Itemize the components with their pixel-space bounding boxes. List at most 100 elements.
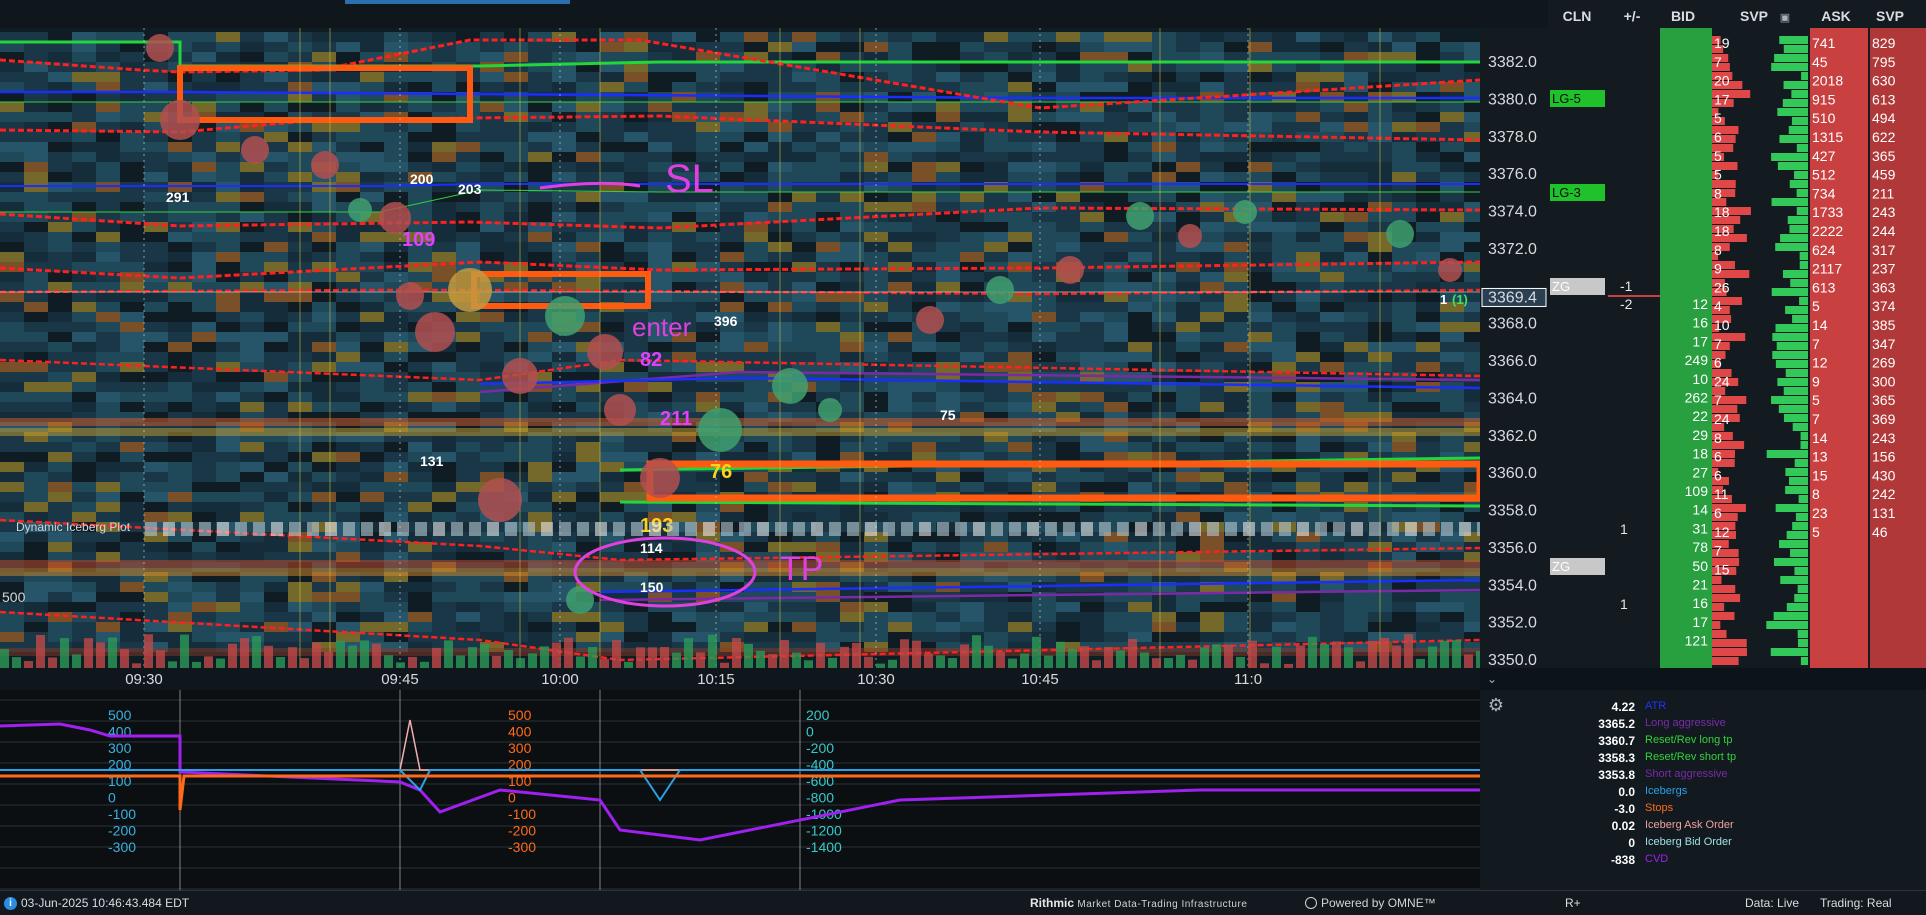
legend-name: Short aggressive [1645,768,1728,780]
legend-row: 4.22 ATR [1500,700,1920,717]
heat-cell [312,472,336,482]
heat-cell [600,322,624,332]
heat-cell [408,192,432,202]
heat-cell [576,162,600,172]
heat-cell [1296,622,1320,632]
heat-cell [552,42,576,52]
heat-cell [1032,312,1056,322]
heat-cell [792,352,816,362]
heat-cell [24,232,48,242]
heat-cell [360,252,384,262]
heat-cell [1104,112,1128,122]
heat-cell [1104,222,1128,232]
heat-cell [672,612,696,622]
r-plus-indicator[interactable]: R+ [1565,896,1581,910]
volume-bar [1236,656,1245,668]
heat-cell [1008,622,1032,632]
heat-cell [72,52,96,62]
svp-mid-bar [1789,225,1808,233]
bid-value: 18 [1692,446,1708,462]
svp-right-value: 363 [1872,279,1896,295]
heat-cell [48,192,72,202]
heat-band-3 [0,568,1480,576]
heat-cell [96,542,120,552]
heat-cell [336,472,360,482]
heat-cell [912,362,936,372]
heat-cell [984,112,1008,122]
heat-cell [624,162,648,172]
heat-cell [264,342,288,352]
volume-bar [204,656,213,668]
heat-cell [240,292,264,302]
heat-cell [576,122,600,132]
heat-cell [672,242,696,252]
heat-cell [816,222,840,232]
ask-value: 23 [1812,505,1828,521]
heat-cell [1416,142,1440,152]
heat-cell [1128,42,1152,52]
heat-cell [456,342,480,352]
heat-cell [1392,402,1416,412]
heat-cell [648,612,672,622]
heat-cell [552,82,576,92]
heat-cell [312,502,336,512]
heat-cell [1416,362,1440,372]
heat-cell [1392,352,1416,362]
heat-cell [96,382,120,392]
heat-cell [0,332,24,342]
svp-mid-bar [1775,243,1808,251]
heatmap-chart[interactable]: 291200203109396822117513176193114150 SLe… [0,0,1926,690]
heat-cell [168,582,192,592]
heat-cell [336,162,360,172]
heat-cell [264,132,288,142]
trade-bubble-15 [772,368,808,404]
heat-cell [144,602,168,612]
heat-cell [960,132,984,142]
heat-cell [528,192,552,202]
heat-cell [432,392,456,402]
plusminus-value: 1 [1620,521,1628,537]
heat-cell [888,352,912,362]
volume-bar [792,652,801,668]
heat-cell [1416,292,1440,302]
chevron-down-icon[interactable]: ⌄ [1487,672,1497,686]
heat-cell [1272,32,1296,42]
heat-cell [792,142,816,152]
heat-cell [216,242,240,252]
heat-cell [408,472,432,482]
ask-value: 13 [1812,449,1828,465]
heat-cell [1248,232,1272,242]
heat-cell [408,352,432,362]
heat-cell [600,252,624,262]
heat-cell [48,252,72,262]
heat-cell [336,32,360,42]
heat-cell [1200,192,1224,202]
heat-cell [72,592,96,602]
heat-cell [72,392,96,402]
heat-cell [48,542,72,552]
heat-cell [552,372,576,382]
heat-cell [0,472,24,482]
heat-cell [96,52,120,62]
heat-cell [384,472,408,482]
heat-cell [1056,72,1080,82]
heat-cell [1392,442,1416,452]
heat-cell [168,512,192,522]
info-icon[interactable]: i [4,896,17,910]
heat-cell [1224,282,1248,292]
heat-cell [96,472,120,482]
active-tab-indicator[interactable] [345,0,570,4]
heat-cell [1056,372,1080,382]
heat-cell [576,622,600,632]
heat-cell [1440,472,1464,482]
heat-cell [1416,612,1440,622]
heat-cell [192,332,216,342]
heat-cell [1320,352,1344,362]
heat-cell [384,152,408,162]
heat-cell [1296,342,1320,352]
heat-cell [1032,112,1056,122]
heat-cell [1272,242,1296,252]
iceberg-cell [451,522,463,536]
price-axis[interactable] [1480,28,1548,668]
heat-cell [1320,252,1344,262]
